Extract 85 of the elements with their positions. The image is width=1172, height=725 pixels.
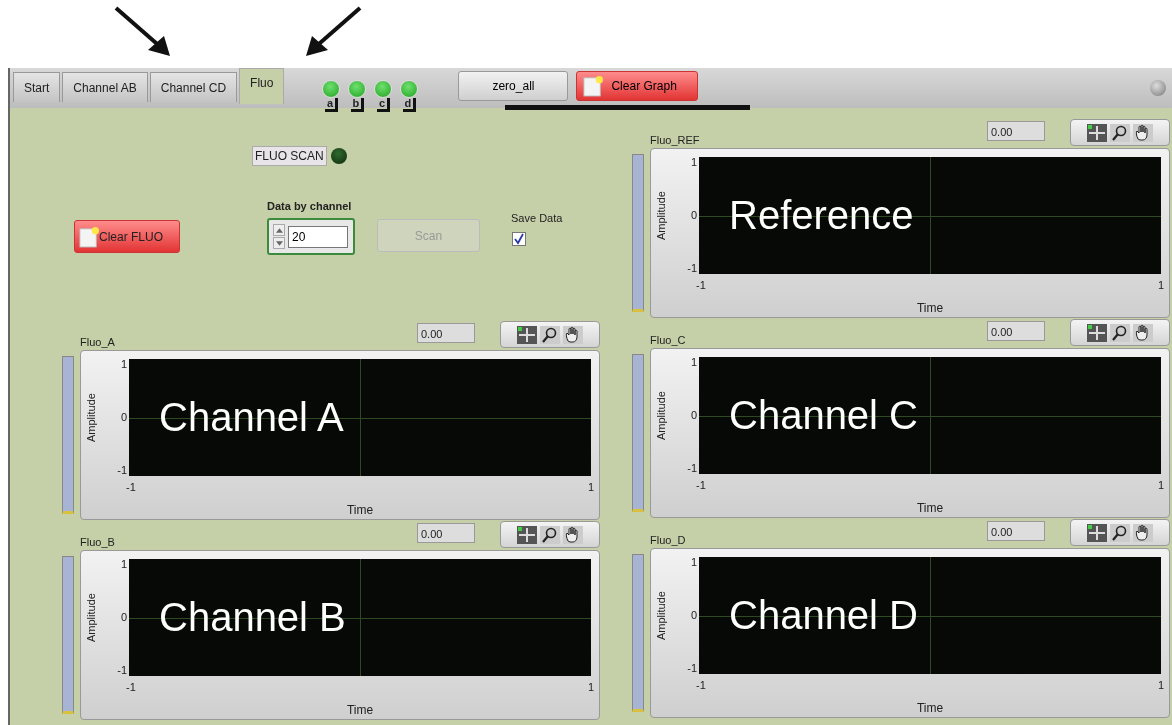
zoom-icon[interactable] — [1110, 323, 1130, 342]
crosshair-icon[interactable] — [517, 525, 537, 544]
plot-label: Channel B — [159, 595, 346, 639]
tab[interactable]: Channel AB — [62, 72, 148, 102]
axis-tick-label: 1 — [1157, 480, 1164, 491]
crosshair-icon[interactable] — [517, 325, 537, 344]
checkbox-label: Save Data — [511, 212, 563, 224]
axis-label: Time — [916, 301, 944, 315]
plot-label: Channel A — [159, 395, 344, 439]
axis-tick-label: -1 — [117, 665, 127, 676]
document-icon — [583, 75, 604, 97]
decrement-icon[interactable] — [273, 237, 285, 249]
axis-tick-label: 1 — [1157, 680, 1164, 691]
tab[interactable]: Fluo — [239, 68, 285, 104]
graph-title: Fluo_REF — [650, 134, 700, 146]
axis-label: Time — [346, 703, 374, 717]
axis-tick-label: 1 — [690, 557, 697, 568]
axis-tick-label: 1 — [690, 357, 697, 368]
plot-label: Reference — [729, 193, 914, 237]
axis-tick-label: 0 — [690, 210, 697, 221]
axis-tick-label: 0 — [690, 410, 697, 421]
cursor-value-field[interactable]: 0.00 — [987, 121, 1045, 141]
axis-tick-label: -1 — [696, 480, 706, 491]
axis-label: Amplitude — [655, 390, 667, 442]
axis-tick-label: 0 — [120, 612, 127, 623]
axis-tick-label: -1 — [687, 463, 697, 474]
axis-tick-label: 1 — [587, 682, 594, 693]
axis-tick-label: -1 — [696, 280, 706, 291]
cursor-value-field[interactable]: 0.00 — [417, 523, 475, 543]
cursor-value-field[interactable]: 0.00 — [987, 321, 1045, 341]
axis-tick-label: -1 — [126, 682, 136, 693]
led-label: a — [324, 98, 338, 112]
axis-tick-label: -1 — [696, 680, 706, 691]
tab[interactable]: Start — [13, 72, 61, 102]
clear-graph-button[interactable]: Clear Graph — [576, 71, 699, 101]
increment-icon[interactable] — [273, 224, 285, 236]
hand-icon[interactable] — [563, 325, 583, 344]
graph-title: Fluo_B — [80, 536, 115, 548]
zoom-icon[interactable] — [540, 325, 560, 344]
indicator-label: FLUO SCAN — [252, 146, 327, 166]
axis-label: Amplitude — [85, 392, 97, 444]
led-label: b — [350, 98, 365, 112]
axis-tick-label: -1 — [117, 465, 127, 476]
hand-icon[interactable] — [563, 525, 583, 544]
axis-tick-label: 1 — [120, 559, 127, 570]
axis-label: Amplitude — [655, 590, 667, 642]
cursor-value-field[interactable]: 0.00 — [987, 521, 1045, 541]
axis-label: Amplitude — [655, 190, 667, 242]
crosshair-icon[interactable] — [1087, 123, 1107, 142]
axis-label: Time — [916, 501, 944, 515]
graph-title: Fluo_A — [80, 336, 115, 348]
zoom-icon[interactable] — [540, 525, 560, 544]
axis-tick-label: 0 — [120, 412, 127, 423]
axis-tick-label: -1 — [126, 482, 136, 493]
hand-icon[interactable] — [1133, 523, 1153, 542]
axis-tick-label: 1 — [1157, 280, 1164, 291]
plot-label: Channel C — [729, 393, 918, 437]
axis-label: Amplitude — [85, 592, 97, 644]
hand-icon[interactable] — [1133, 123, 1153, 142]
crosshair-icon[interactable] — [1087, 323, 1107, 342]
axis-tick-label: 1 — [690, 157, 697, 168]
axis-tick-label: -1 — [687, 263, 697, 274]
document-icon — [79, 225, 99, 248]
zoom-icon[interactable] — [1110, 123, 1130, 142]
zero-button[interactable]: zero_all — [458, 71, 569, 101]
checkbox[interactable] — [512, 232, 526, 246]
axis-tick-label: -1 — [687, 663, 697, 674]
axis-tick-label: 1 — [587, 482, 594, 493]
led-label: c — [376, 98, 390, 112]
axis-label: Time — [346, 503, 374, 517]
plot-label: Channel D — [729, 593, 918, 637]
axis-label: Time — [916, 701, 944, 715]
led-label: d — [402, 98, 417, 112]
zoom-icon[interactable] — [1110, 523, 1130, 542]
crosshair-icon[interactable] — [1087, 523, 1107, 542]
clear-fluo-button[interactable]: Clear FLUO — [74, 220, 180, 253]
numeric-field[interactable]: 20 — [267, 218, 355, 255]
axis-tick-label: 1 — [120, 359, 127, 370]
tab[interactable]: Channel CD — [149, 72, 238, 102]
axis-tick-label: 0 — [690, 610, 697, 621]
graph-title: Fluo_C — [650, 334, 686, 346]
field-label: Data by channel — [267, 200, 352, 212]
hand-icon[interactable] — [1133, 323, 1153, 342]
cursor-value-field[interactable]: 0.00 — [417, 323, 475, 343]
graph-title: Fluo_D — [650, 534, 686, 546]
